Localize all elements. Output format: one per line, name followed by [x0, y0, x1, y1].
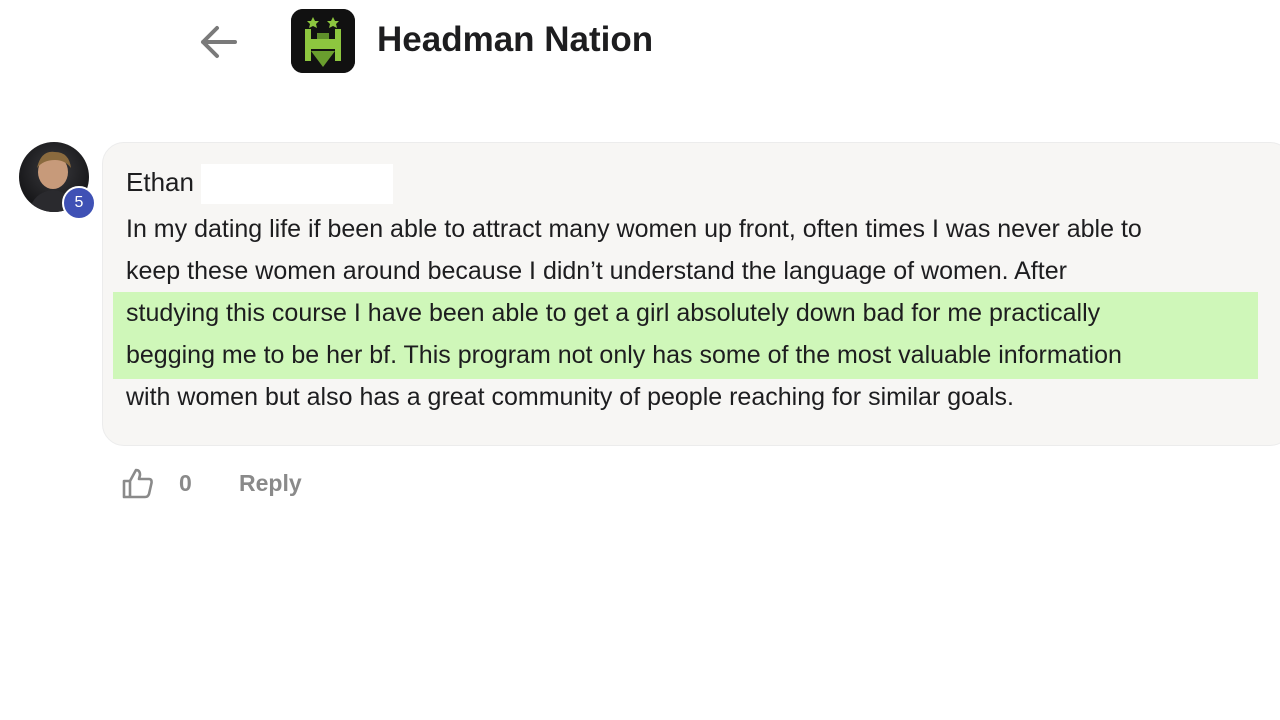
- like-button[interactable]: [120, 462, 156, 504]
- group-logo[interactable]: [291, 9, 355, 73]
- group-title: Headman Nation: [377, 20, 654, 59]
- back-button[interactable]: [190, 14, 246, 70]
- comment-line-highlighted: studying this course I have been able to…: [126, 299, 1101, 327]
- level-badge: 5: [62, 186, 96, 220]
- comment-line: with women but also has a great communit…: [126, 383, 1014, 411]
- comment-line-highlighted: begging me to be her bf. This program no…: [126, 341, 1122, 369]
- headman-crown-logo: [291, 9, 355, 73]
- comment-text: In my dating life if been able to attrac…: [126, 208, 1276, 418]
- redacted-surname: [201, 164, 393, 204]
- comment-line: In my dating life if been able to attrac…: [126, 215, 1142, 243]
- comment-line: keep these women around because I didn’t…: [126, 257, 1067, 285]
- arrow-left-icon: [201, 26, 237, 58]
- thumbs-up-icon: [122, 468, 153, 499]
- reply-button[interactable]: Reply: [239, 467, 302, 499]
- like-count: 0: [179, 470, 192, 496]
- comment-author[interactable]: Ethan: [126, 166, 194, 198]
- top-bar: Headman Nation: [0, 0, 1280, 90]
